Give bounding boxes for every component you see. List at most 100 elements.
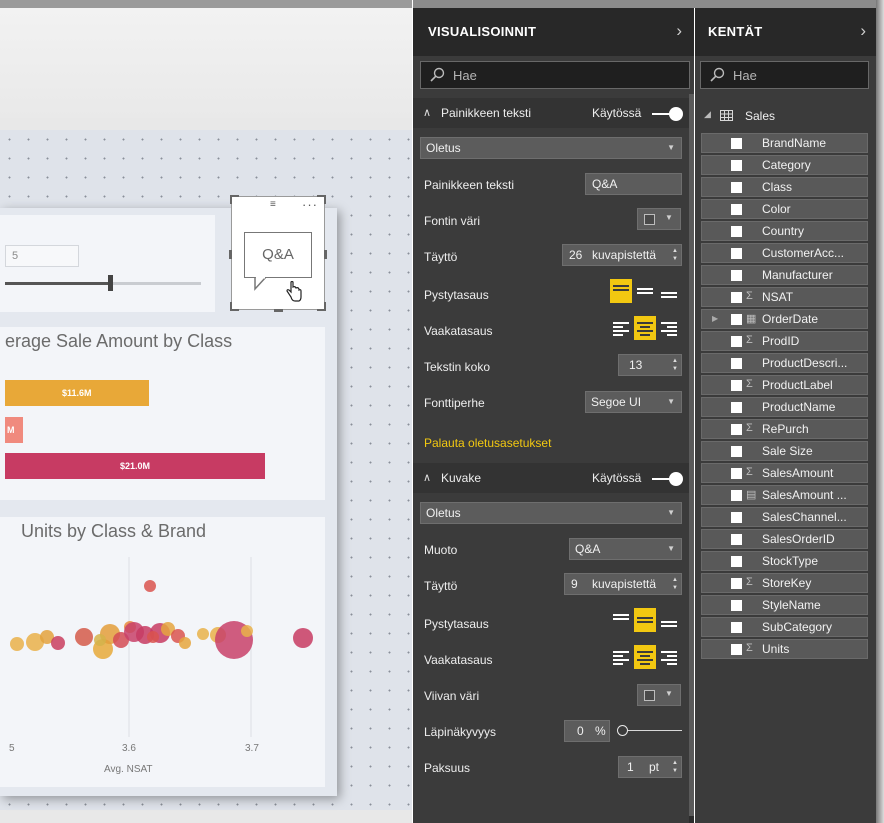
fields-search-input[interactable]: Hae (700, 61, 869, 89)
text-size-stepper[interactable]: 13 ▲ ▼ (618, 354, 682, 376)
align-top-button[interactable] (610, 279, 632, 303)
scatter-point[interactable] (10, 637, 24, 651)
field-item[interactable]: Category (701, 155, 868, 175)
icon-align-left-button[interactable] (610, 645, 632, 669)
resize-handle-right[interactable] (324, 250, 327, 259)
font-family-dropdown[interactable]: Segoe UI ▼ (585, 391, 682, 413)
expand-caret-icon[interactable]: ◢ (704, 109, 711, 120)
field-checkbox[interactable] (731, 534, 742, 545)
shape-dropdown[interactable]: Q&A ▼ (569, 538, 682, 560)
thickness-stepper[interactable]: 1 pt ▲ ▼ (618, 756, 682, 778)
resize-handle-bottom[interactable] (274, 309, 283, 312)
field-checkbox[interactable] (731, 512, 742, 523)
field-checkbox[interactable] (731, 644, 742, 655)
field-checkbox[interactable] (731, 182, 742, 193)
transparency-slider[interactable] (621, 730, 682, 731)
collapse-caret-icon[interactable]: ∧ (423, 471, 431, 484)
field-checkbox[interactable] (731, 556, 742, 567)
field-item[interactable]: Σ Units (701, 639, 868, 659)
field-item[interactable]: Σ StoreKey (701, 573, 868, 593)
collapse-chevron-icon[interactable]: › (676, 21, 682, 41)
spin-arrows-icon[interactable]: ▲ ▼ (672, 357, 678, 373)
icon-align-right-button[interactable] (658, 645, 680, 669)
field-checkbox[interactable] (731, 248, 742, 259)
slicer-visual[interactable]: 5 (0, 215, 215, 312)
scrollbar-thumb[interactable] (689, 94, 694, 816)
button-text-section-header[interactable]: ∧ Painikkeen teksti Käytössä (413, 98, 689, 128)
field-checkbox[interactable] (731, 424, 742, 435)
bar[interactable]: $21.0M (5, 453, 265, 479)
field-item[interactable]: Class (701, 177, 868, 197)
scatter-point[interactable] (144, 580, 156, 592)
scatter-point[interactable] (75, 628, 93, 646)
collapse-chevron-icon[interactable]: › (860, 21, 866, 41)
align-left-button[interactable] (610, 316, 632, 340)
field-checkbox[interactable] (731, 446, 742, 457)
reset-defaults-link[interactable]: Palauta oletusasetukset (424, 436, 551, 450)
button-text-preset-dropdown[interactable]: Oletus ▼ (420, 137, 682, 159)
field-item[interactable]: ProductName (701, 397, 868, 417)
icon-align-top-button[interactable] (610, 608, 632, 632)
spin-arrows-icon[interactable]: ▲ ▼ (672, 576, 678, 592)
icon-align-middle-button[interactable] (634, 608, 656, 632)
field-item[interactable]: ▤ SalesAmount ... (701, 485, 868, 505)
spin-arrows-icon[interactable]: ▲ ▼ (672, 759, 678, 775)
spin-arrows-icon[interactable]: ▲ ▼ (672, 247, 678, 263)
field-item[interactable]: Color (701, 199, 868, 219)
field-checkbox[interactable] (731, 402, 742, 413)
align-middle-button[interactable] (634, 279, 656, 303)
align-bottom-button[interactable] (658, 279, 680, 303)
qa-bubble[interactable]: Q&A (244, 232, 312, 278)
field-checkbox[interactable] (731, 160, 742, 171)
align-center-button[interactable] (634, 316, 656, 340)
icon-align-bottom-button[interactable] (658, 608, 680, 632)
field-item[interactable]: StyleName (701, 595, 868, 615)
field-item[interactable]: CustomerAcc... (701, 243, 868, 263)
resize-handle-left[interactable] (229, 250, 232, 259)
field-checkbox[interactable] (731, 226, 742, 237)
scatter-chart-visual[interactable]: Units by Class & Brand 5 3.6 3.7 Avg. NS… (0, 517, 325, 787)
font-color-picker[interactable]: ▼ (637, 208, 681, 230)
field-checkbox[interactable] (731, 314, 742, 325)
resize-handle-bottom-left[interactable] (230, 302, 239, 311)
bar[interactable]: M (5, 417, 23, 443)
transparency-input[interactable]: 0 % (564, 720, 610, 742)
field-item[interactable]: SalesOrderID (701, 529, 868, 549)
field-item[interactable]: StockType (701, 551, 868, 571)
field-checkbox[interactable] (731, 336, 742, 347)
icon-toggle[interactable] (652, 472, 683, 486)
icon-preset-dropdown[interactable]: Oletus ▼ (420, 502, 682, 524)
icon-align-center-button[interactable] (634, 645, 656, 669)
scatter-point[interactable] (179, 637, 191, 649)
slicer-handle[interactable] (108, 275, 113, 291)
button-text-toggle[interactable] (652, 107, 683, 121)
scatter-point[interactable] (94, 634, 106, 646)
field-checkbox[interactable] (731, 578, 742, 589)
field-item[interactable]: SubCategory (701, 617, 868, 637)
padding-stepper[interactable]: 26 kuvapistettä ▲ ▼ (562, 244, 682, 266)
qa-button-visual[interactable]: ≡ ··· Q&A (229, 195, 327, 312)
resize-handle-top-left[interactable] (230, 195, 239, 204)
collapse-caret-icon[interactable]: ∧ (423, 106, 431, 119)
slicer-value-box[interactable]: 5 (5, 245, 79, 267)
scatter-point[interactable] (51, 636, 65, 650)
field-item[interactable]: Σ SalesAmount (701, 463, 868, 483)
field-item[interactable]: Σ NSAT (701, 287, 868, 307)
field-checkbox[interactable] (731, 600, 742, 611)
table-sales[interactable]: ◢ Sales (695, 106, 876, 126)
field-checkbox[interactable] (731, 138, 742, 149)
field-item[interactable]: Σ ProdID (701, 331, 868, 351)
field-checkbox[interactable] (731, 468, 742, 479)
field-item[interactable]: Σ RePurch (701, 419, 868, 439)
icon-padding-stepper[interactable]: 9 kuvapistettä ▲ ▼ (564, 573, 682, 595)
field-item[interactable]: ProductDescri... (701, 353, 868, 373)
button-text-input[interactable]: Q&A (585, 173, 682, 195)
field-item[interactable]: Σ ProductLabel (701, 375, 868, 395)
expand-caret-icon[interactable]: ▶ (712, 314, 718, 323)
scatter-point[interactable] (197, 628, 209, 640)
visualizations-search-input[interactable]: Hae (420, 61, 690, 89)
field-item[interactable]: Manufacturer (701, 265, 868, 285)
field-checkbox[interactable] (731, 490, 742, 501)
scatter-point[interactable] (293, 628, 313, 648)
drag-grip-icon[interactable]: ≡ (270, 200, 286, 210)
